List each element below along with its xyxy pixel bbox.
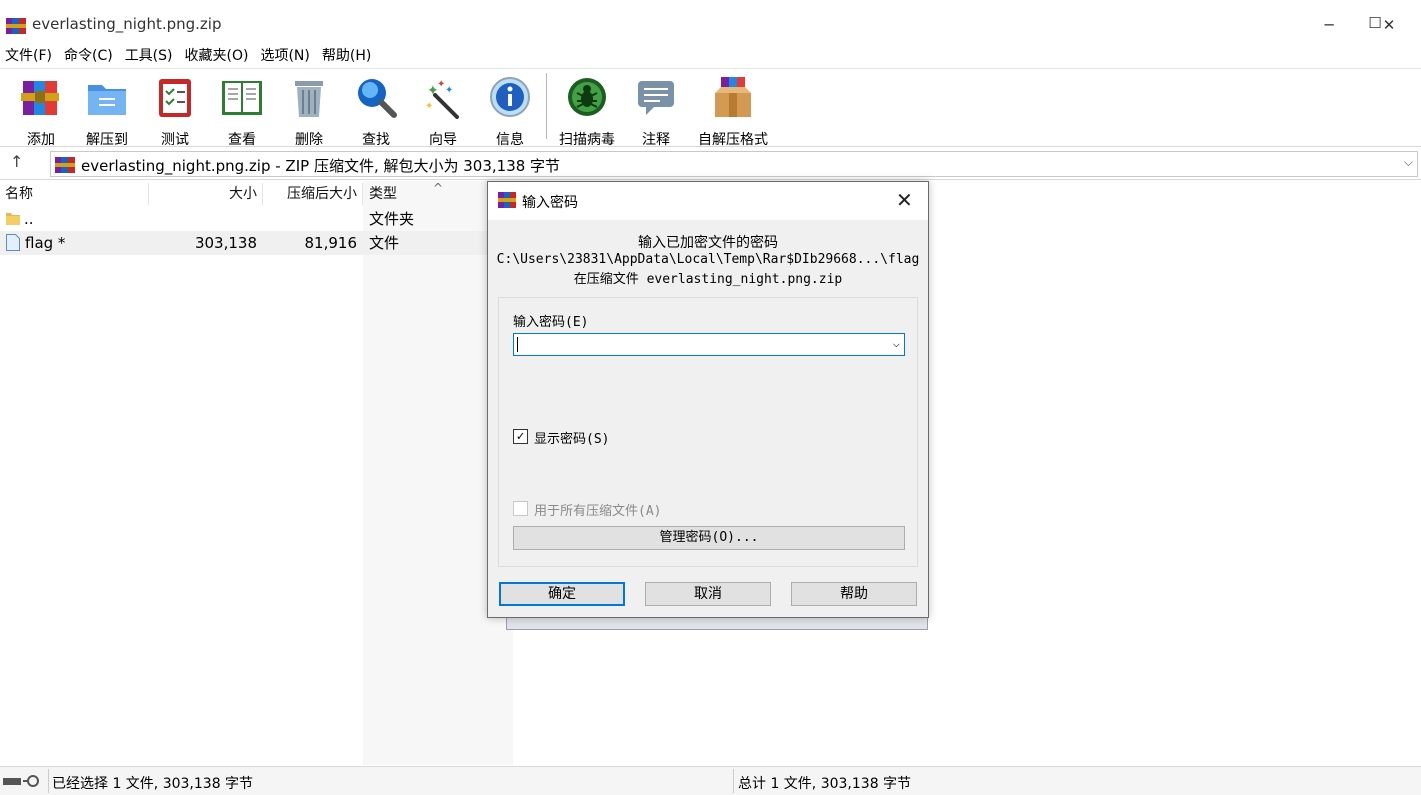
toolbar-separator [546,73,547,139]
comment-icon [638,81,674,115]
cancel-button[interactable]: 取消 [645,582,771,606]
view-button[interactable]: 查看 [209,75,275,148]
file-name: flag * [25,234,66,252]
password-combobox[interactable]: ⌵ [513,333,905,356]
wizard-button[interactable]: ✦ ✦ ✦ ✦ 向导 [410,75,476,148]
path-combobox[interactable]: everlasting_night.png.zip - ZIP 压缩文件, 解包… [50,151,1418,177]
password-group: 输入密码(E) ⌵ ✓ 显示密码(S) 用于所有压缩文件(A) 管理密码(O).… [498,297,918,567]
table-row[interactable]: .. 文件夹 [0,207,513,231]
add-button[interactable]: 添加 [8,75,74,148]
title-bar: everlasting_night.png.zip ─ ☐ ✕ [0,0,1421,46]
ok-button[interactable]: 确定 [499,582,625,606]
password-label: 输入密码(E) [513,315,589,330]
file-type: 文件 [369,234,400,252]
column-header-size[interactable]: 大小 [150,181,257,207]
file-packed-size: 81,916 [304,234,358,252]
dialog-prompt: 输入已加密文件的密码 [638,235,778,251]
show-password-label[interactable]: 显示密码(S) [534,428,609,447]
status-bar: 已经选择 1 文件, 303,138 字节 总计 1 文件, 303,138 字… [0,766,1421,795]
checkmark-icon: ✓ [516,429,525,444]
file-name: .. [24,210,34,228]
scan-virus-button[interactable]: 扫描病毒 [553,75,621,148]
svg-text:✦: ✦ [445,85,453,96]
winrar-app-icon [498,192,516,208]
up-arrow-icon[interactable]: ↑ [10,152,23,171]
menu-bar: 文件(F) 命令(C) 工具(S) 收藏夹(O) 选项(N) 帮助(H) [0,46,378,68]
virus-scan-icon [568,78,606,116]
test-button[interactable]: 测试 [142,75,208,148]
menu-file[interactable]: 文件(F) [0,46,59,68]
file-type: 文件夹 [369,210,415,228]
password-input[interactable] [516,336,880,353]
sfx-box-icon [715,77,751,117]
archive-path-text: everlasting_night.png.zip - ZIP 压缩文件, 解包… [81,157,561,175]
chevron-down-icon[interactable]: ⌵ [1404,155,1413,170]
status-selection: 已经选择 1 文件, 303,138 字节 [52,776,254,792]
add-archive-icon [21,81,59,115]
status-total: 总计 1 文件, 303,138 字节 [738,776,912,792]
status-divider [733,769,734,793]
view-book-icon [222,81,262,115]
use-for-all-archives-label[interactable]: 用于所有压缩文件(A) [534,500,661,519]
test-clipboard-icon [159,79,191,117]
magnifier-icon [358,79,397,118]
menu-help[interactable]: 帮助(H) [317,46,378,68]
table-row[interactable]: flag * 303,138 81,916 文件 [0,231,513,255]
column-divider[interactable] [262,183,263,205]
toolbar: 添加 解压到 测试 查看 删除 查找 ✦ ✦ ✦ ✦ 向导 信息 扫描病毒 注释… [0,68,1421,148]
address-bar: ↑ everlasting_night.png.zip - ZIP 压缩文件, … [0,146,1421,180]
encrypted-file-path: C:\Users\23831\AppData\Local\Temp\Rar$DI… [496,252,920,267]
menu-commands[interactable]: 命令(C) [59,46,120,68]
file-size: 303,138 [194,234,257,252]
sort-ascending-icon: ^ [433,181,444,195]
extract-folder-icon [88,85,126,115]
dialog-title-bar: 输入密码 ✕ [488,182,928,220]
folder-icon [6,213,20,225]
password-dialog: 输入密码 ✕ 输入已加密文件的密码 C:\Users\23831\AppData… [487,181,929,618]
help-button[interactable]: 帮助 [791,582,917,606]
find-button[interactable]: 查找 [343,75,409,148]
winrar-window: everlasting_night.png.zip ─ ☐ ✕ 文件(F) 命令… [0,0,1421,795]
status-divider [48,769,49,793]
dialog-close-icon[interactable]: ✕ [896,188,913,212]
chevron-down-icon[interactable]: ⌵ [893,336,900,350]
sfx-button[interactable]: 自解压格式 [694,75,772,148]
use-for-all-archives-checkbox[interactable] [513,501,528,516]
menu-tools[interactable]: 工具(S) [120,46,180,68]
column-header-name[interactable]: 名称 [5,181,33,207]
column-divider[interactable] [148,183,149,205]
extract-to-button[interactable]: 解压到 [74,75,140,148]
wizard-wand-icon: ✦✦✦✦ [425,79,459,119]
menu-favorites[interactable]: 收藏夹(O) [180,46,256,68]
minimize-button[interactable]: ─ [1306,10,1352,40]
info-icon [490,77,530,117]
delete-button[interactable]: 删除 [276,75,342,148]
file-icon [6,234,20,251]
organize-passwords-button[interactable]: 管理密码(O)... [513,526,905,550]
trash-icon [295,81,323,117]
zip-archive-icon [55,157,75,173]
svg-text:✦: ✦ [425,101,433,112]
menu-options[interactable]: 选项(N) [255,46,316,68]
text-caret [517,337,518,352]
info-button[interactable]: 信息 [477,75,543,148]
close-icon: ✕ [1382,16,1396,34]
window-title: everlasting_night.png.zip [32,15,222,33]
show-password-checkbox[interactable]: ✓ [513,429,528,444]
keys-icon [3,775,39,787]
column-header-type[interactable]: 类型 [369,181,397,207]
archive-name-line: 在压缩文件 everlasting_night.png.zip [573,272,843,287]
column-divider[interactable] [362,183,363,205]
close-button[interactable]: ✕ [1366,10,1412,40]
minimize-icon: ─ [1324,16,1334,34]
comment-button[interactable]: 注释 [623,75,689,148]
column-header-packed[interactable]: 压缩后大小 [264,181,357,207]
dialog-title: 输入密码 [522,195,578,211]
winrar-app-icon [6,18,26,34]
